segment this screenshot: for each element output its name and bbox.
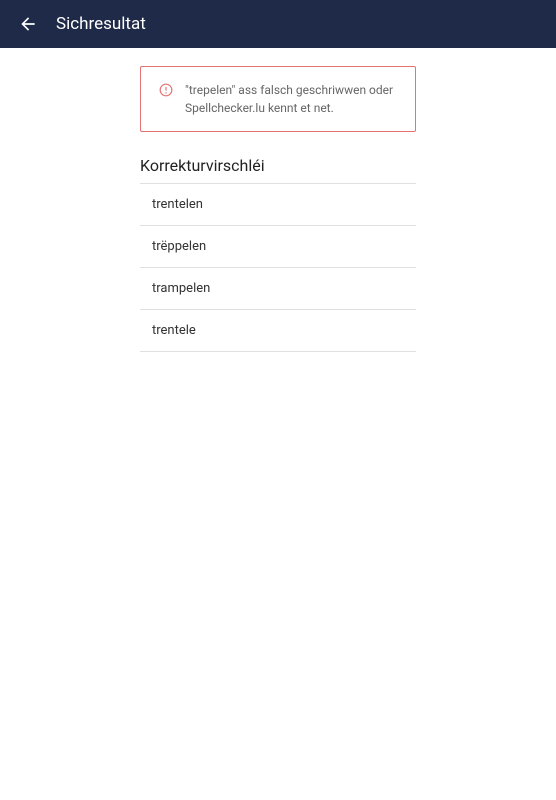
suggestions-section: Korrekturvirschléi trentelen trëppelen t… bbox=[140, 156, 416, 352]
suggestion-item[interactable]: trentelen bbox=[140, 184, 416, 226]
error-alert: "trepelen" ass falsch geschriwwen oder S… bbox=[140, 66, 416, 132]
alert-message: "trepelen" ass falsch geschriwwen oder S… bbox=[185, 81, 397, 117]
suggestion-item[interactable]: trampelen bbox=[140, 268, 416, 310]
suggestion-item[interactable]: trëppelen bbox=[140, 226, 416, 268]
back-button[interactable] bbox=[16, 12, 40, 36]
suggestions-heading: Korrekturvirschléi bbox=[140, 156, 416, 175]
content-area: "trepelen" ass falsch geschriwwen oder S… bbox=[0, 48, 556, 368]
suggestion-item[interactable]: trentele bbox=[140, 310, 416, 352]
page-title: Sichresultat bbox=[56, 14, 146, 34]
top-bar: Sichresultat bbox=[0, 0, 556, 48]
arrow-left-icon bbox=[18, 14, 38, 34]
alert-icon bbox=[159, 83, 173, 97]
suggestion-list: trentelen trëppelen trampelen trentele bbox=[140, 183, 416, 352]
